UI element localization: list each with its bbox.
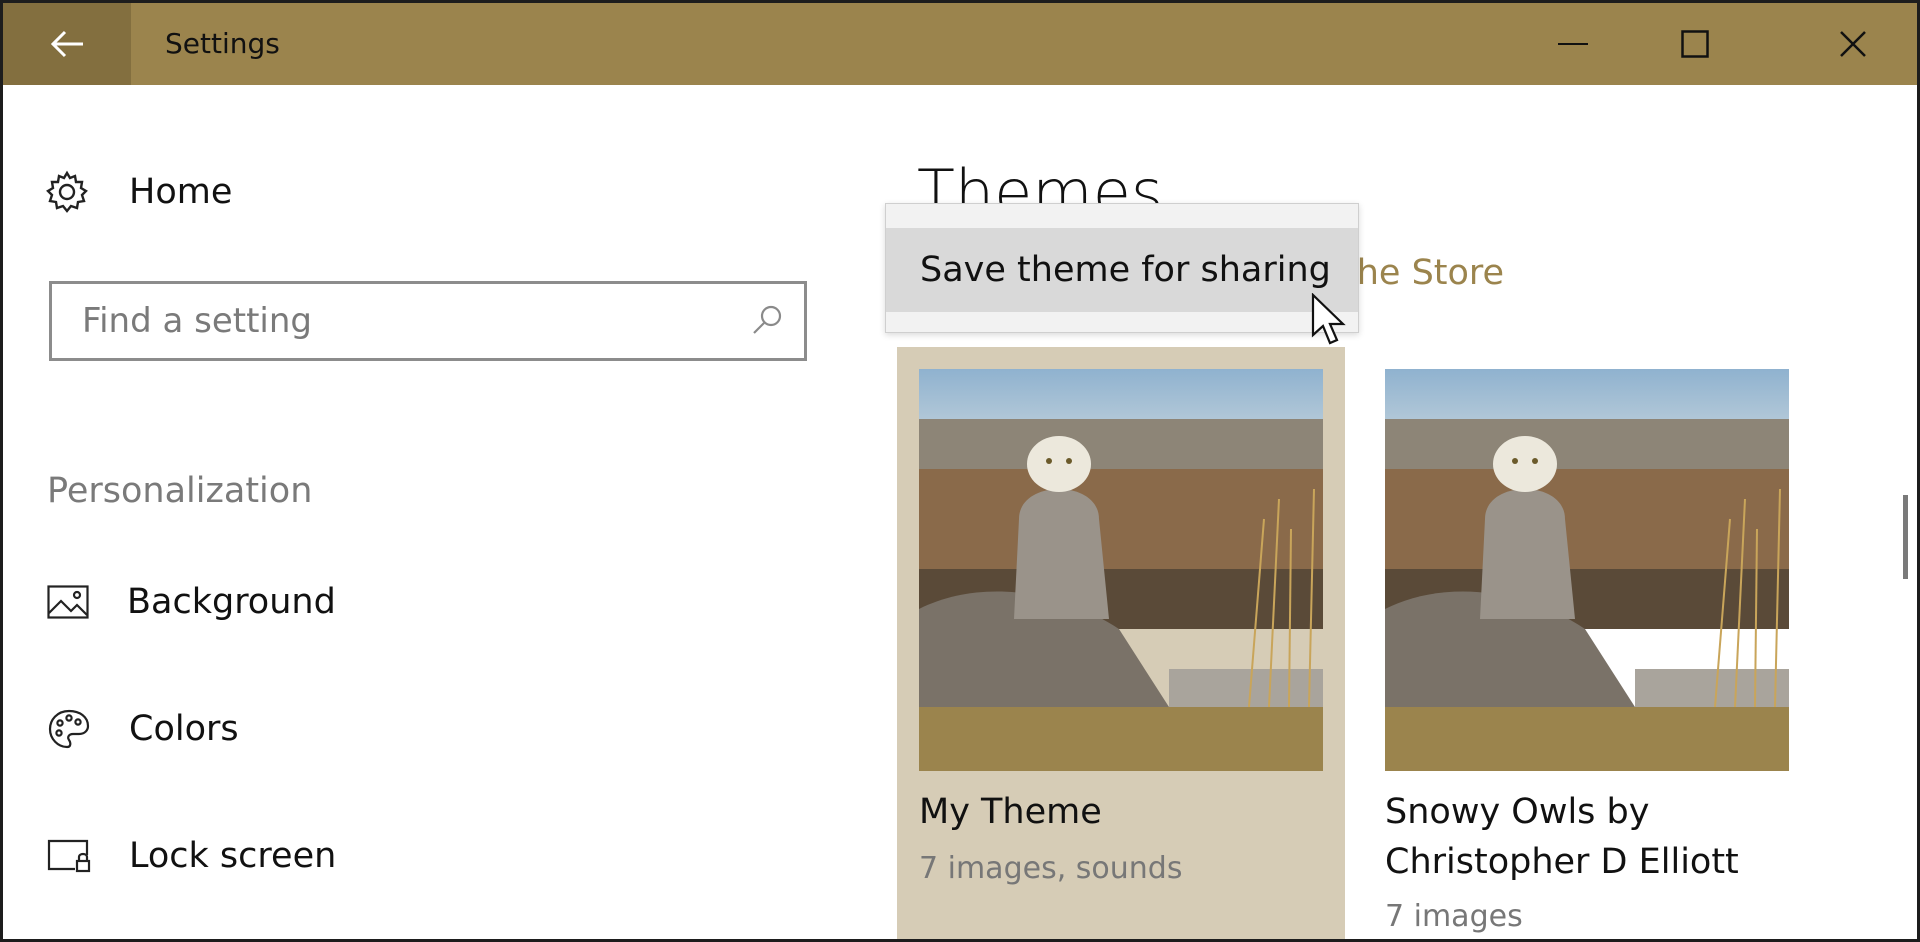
minimize-icon — [1558, 43, 1588, 45]
sidebar-item-colors[interactable]: Colors — [47, 701, 239, 757]
theme-name: Snowy Owls by Christopher D Elliott — [1385, 792, 1739, 882]
search-icon[interactable] — [750, 302, 786, 338]
search-box — [49, 281, 807, 361]
menu-item-save-theme-for-sharing[interactable]: Save theme for sharing — [886, 228, 1358, 312]
sidebar-item-label: Colors — [129, 709, 239, 749]
sidebar-item-background[interactable]: Background — [47, 574, 336, 630]
back-button[interactable] — [3, 3, 131, 85]
minimize-button[interactable] — [1513, 3, 1633, 85]
owl-photo — [919, 369, 1323, 707]
theme-card-snowy-owls[interactable]: Snowy Owls by Christopher D Elliott 7 im… — [1367, 347, 1815, 939]
title-bar: Settings — [3, 3, 1917, 85]
theme-accent-bar — [1385, 707, 1789, 771]
theme-card-my-theme[interactable]: My Theme 7 images, sounds — [897, 347, 1345, 939]
home-label: Home — [129, 172, 233, 212]
theme-accent-bar — [919, 707, 1323, 771]
scrollbar[interactable] — [1903, 495, 1908, 579]
store-link[interactable]: the Store — [1343, 253, 1504, 293]
close-icon — [1840, 31, 1866, 57]
sidebar-item-label: Lock screen — [129, 836, 337, 876]
maximize-button[interactable] — [1635, 3, 1755, 85]
context-menu: Save theme for sharing — [885, 203, 1359, 333]
owl-photo — [1385, 369, 1789, 707]
settings-window: Settings Home Find a setting Personaliza… — [3, 3, 1917, 939]
close-button[interactable] — [1793, 3, 1913, 85]
theme-meta: 7 images, sounds — [919, 851, 1183, 886]
section-header-personalization: Personalization — [47, 471, 313, 511]
arrow-left-icon — [50, 30, 83, 58]
palette-icon — [48, 709, 90, 749]
theme-thumbnail — [919, 369, 1323, 707]
mouse-cursor-icon — [1311, 293, 1346, 345]
theme-meta: 7 images — [1385, 899, 1523, 934]
picture-icon — [47, 585, 89, 619]
maximize-icon — [1681, 30, 1709, 58]
window-title: Settings — [165, 27, 280, 60]
lock-screen-icon — [47, 839, 91, 873]
sidebar-item-label: Background — [127, 582, 336, 622]
theme-thumbnail — [1385, 369, 1789, 707]
sidebar-item-lock-screen[interactable]: Lock screen — [47, 828, 336, 884]
theme-name: My Theme — [919, 792, 1102, 832]
sidebar-item-home[interactable]: Home — [45, 168, 232, 216]
gear-icon — [46, 170, 88, 213]
search-input[interactable] — [52, 284, 712, 358]
